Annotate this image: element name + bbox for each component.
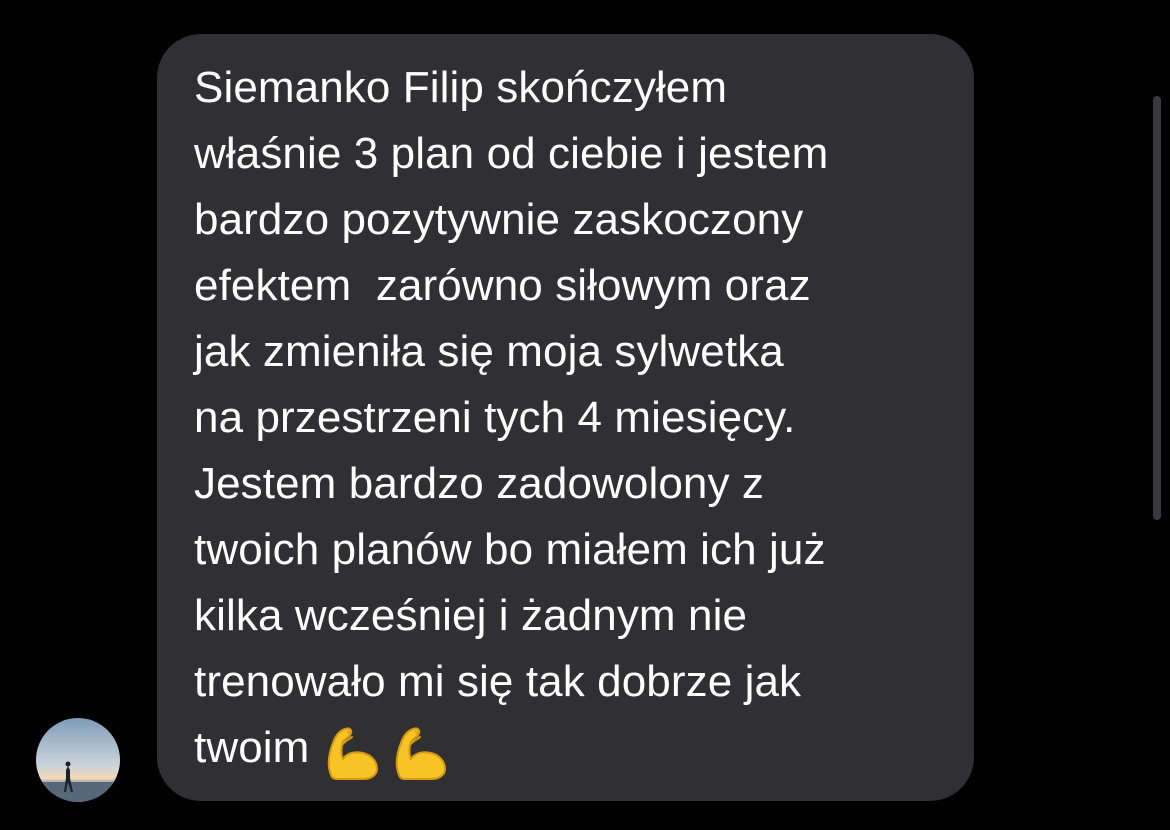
flexed-biceps-icon (328, 727, 379, 780)
message-line: jak zmieniła się moja sylwetka (194, 327, 784, 376)
flexed-biceps-icon (396, 727, 447, 780)
message-line: bardzo pozytywnie zaskoczony (194, 195, 804, 244)
message-bubble[interactable]: Siemanko Filip skończyłem właśnie 3 plan… (157, 34, 974, 801)
message-line: trenowało mi się tak dobrze jak (194, 657, 802, 706)
message-line: na przestrzeni tych 4 miesięcy. (194, 393, 796, 442)
sender-avatar[interactable] (36, 718, 120, 802)
message-line: Siemanko Filip skończyłem (194, 63, 728, 112)
message-last-line: twoim (194, 715, 974, 781)
message-line: efektem zarówno siłowym oraz (194, 261, 811, 310)
message-line: twoich planów bo miałem ich już (194, 525, 826, 574)
message-line: twoim (194, 723, 310, 772)
message-line: właśnie 3 plan od ciebie i jestem (194, 129, 829, 178)
message-line: kilka wcześniej i żadnym nie (194, 591, 748, 640)
message-line: Jestem bardzo zadowolony z (194, 459, 765, 508)
chat-area: Siemanko Filip skończyłem właśnie 3 plan… (0, 0, 1170, 830)
avatar-photo (36, 718, 120, 802)
scrollbar[interactable] (1153, 96, 1161, 520)
emoji-group (323, 717, 459, 783)
